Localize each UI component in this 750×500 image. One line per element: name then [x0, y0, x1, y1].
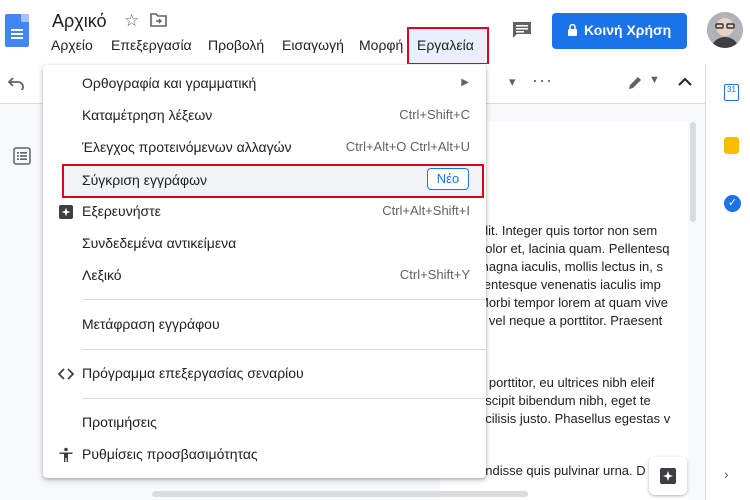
doc-line: uscipit bibendum nibh, eget te [478, 392, 651, 408]
doc-line: magna iaculis, mollis lectus in, s [478, 259, 663, 275]
lock-icon [568, 24, 577, 36]
doc-line: elit. Integer quis tortor non sem [478, 223, 658, 238]
menu-item-label: Έλεγχος προτεινόμενων αλλαγών [82, 139, 292, 155]
code-icon [58, 368, 74, 380]
menu-divider [82, 398, 486, 399]
doc-line: llentesque venenatis iaculis imp [478, 277, 661, 293]
show-side-panel-icon[interactable]: › [724, 466, 729, 482]
explore-star-icon [660, 468, 676, 484]
menu-item-shortcut: Ctrl+Alt+Shift+I [382, 203, 470, 218]
tasks-icon[interactable]: ✓ [724, 195, 741, 212]
menu-item-label: Καταμέτρηση λέξεων [82, 107, 213, 123]
undo-icon[interactable] [8, 76, 24, 90]
user-avatar[interactable] [707, 12, 743, 48]
menu-item-label: Μετάφραση εγγράφου [82, 316, 220, 332]
vertical-scrollbar[interactable] [690, 122, 696, 222]
document-outline-icon[interactable] [13, 147, 31, 165]
menu-item-shortcut: Ctrl+Shift+C [399, 107, 470, 122]
menu-item-label: Πρόγραμμα επεξεργασίας σεναρίου [82, 365, 304, 381]
tools-menu-dropdown: Ορθογραφία και γραμματική ▶ Καταμέτρηση … [43, 65, 486, 478]
menu-divider [82, 299, 486, 300]
menu-accessibility-settings[interactable]: Ρυθμίσεις προσβασιμότητας [43, 438, 486, 470]
share-button[interactable]: Κοινή Χρήση [552, 13, 687, 49]
menu-format[interactable]: Μορφή [359, 37, 403, 53]
menu-compare-documents[interactable]: Σύγκριση εγγράφων [62, 164, 484, 198]
explore-button[interactable] [649, 457, 687, 495]
menu-view[interactable]: Προβολή [208, 37, 264, 53]
move-folder-icon[interactable] [150, 12, 167, 27]
more-icon[interactable]: ··· [532, 70, 553, 91]
menu-item-label: Ρυθμίσεις προσβασιμότητας [82, 446, 258, 462]
menu-review-suggested-edits[interactable]: Έλεγχος προτεινόμενων αλλαγών Ctrl+Alt+O… [43, 131, 486, 163]
star-icon[interactable]: ☆ [124, 11, 139, 31]
menu-tools[interactable]: Εργαλεία [417, 37, 474, 53]
menu-item-label: Ορθογραφία και γραμματική [82, 75, 257, 91]
calendar-icon[interactable]: 31 [724, 84, 739, 101]
menu-translate-document[interactable]: Μετάφραση εγγράφου [43, 308, 486, 340]
menu-divider [82, 349, 486, 350]
menu-item-label: Προτιμήσεις [82, 414, 157, 430]
accessibility-icon [59, 447, 73, 462]
menu-item-shortcut: Ctrl+Shift+Y [399, 267, 470, 282]
doc-line: a vel neque a porttitor. Praesent [478, 313, 663, 329]
horizontal-scrollbar[interactable] [152, 491, 528, 497]
menu-explore[interactable]: Εξερευνήστε Ctrl+Alt+Shift+I [43, 195, 486, 227]
doc-line: a porttitor, eu ultrices nibh eleif [478, 374, 655, 390]
menu-file[interactable]: Αρχείο [51, 37, 93, 53]
menu-spelling-grammar[interactable]: Ορθογραφία και γραμματική ▶ [43, 67, 486, 99]
menu-item-label: Συνδεδεμένα αντικείμενα [82, 235, 237, 251]
document-title[interactable]: Αρχικό [52, 11, 106, 32]
keep-icon[interactable] [724, 137, 739, 154]
doc-line: dolor et, lacinia quam. Pellentesq [478, 241, 670, 257]
menu-preferences[interactable]: Προτιμήσεις [43, 406, 486, 438]
explore-icon [59, 205, 73, 219]
side-panel [705, 64, 750, 500]
editing-mode-pencil-icon[interactable] [627, 75, 643, 91]
new-badge: Νέο [427, 168, 469, 190]
document-body[interactable]: elit. Integer quis tortor non sem dolor … [478, 222, 688, 480]
menu-linked-objects[interactable]: Συνδεδεμένα αντικείμενα [43, 227, 486, 259]
avatar-photo-icon [707, 12, 743, 48]
editing-mode-dropdown-icon[interactable]: ▼ [649, 74, 660, 86]
menu-item-label: Λεξικό [82, 267, 122, 283]
share-label: Κοινή Χρήση [584, 22, 672, 38]
menu-script-editor[interactable]: Πρόγραμμα επεξεργασίας σεναρίου [43, 357, 486, 389]
docs-logo-icon[interactable] [5, 14, 29, 47]
menu-item-label: Εξερευνήστε [82, 203, 161, 219]
menu-edit[interactable]: Επεξεργασία [111, 37, 192, 53]
doc-line: Morbi tempor lorem at quam vive [478, 295, 669, 311]
menu-dictionary[interactable]: Λεξικό Ctrl+Shift+Y [43, 259, 486, 291]
comment-history-icon[interactable] [512, 21, 532, 39]
submenu-arrow-icon: ▶ [461, 77, 469, 88]
doc-line: acilisis justo. Phasellus egestas v [478, 410, 671, 426]
menu-insert[interactable]: Εισαγωγή [282, 37, 344, 53]
collapse-menus-icon[interactable] [678, 77, 692, 86]
font-size-dropdown-icon[interactable]: ▾ [509, 74, 516, 90]
menu-word-count[interactable]: Καταμέτρηση λέξεων Ctrl+Shift+C [43, 99, 486, 131]
menu-item-shortcut: Ctrl+Alt+O Ctrl+Alt+U [345, 139, 470, 154]
menu-item-label: Σύγκριση εγγράφων [82, 172, 208, 188]
